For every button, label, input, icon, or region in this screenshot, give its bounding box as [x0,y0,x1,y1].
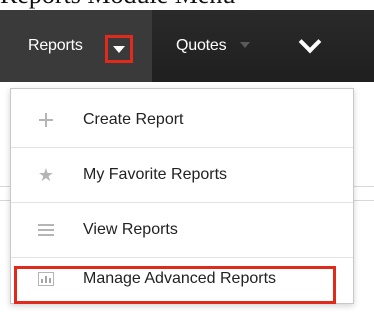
tab-reports-label: Reports [28,37,83,54]
tab-quotes[interactable]: Quotes [160,10,270,82]
chart-icon [37,270,55,288]
menu-item-favorite-reports[interactable]: ★ My Favorite Reports [11,148,353,202]
menu-item-label: My Favorite Reports [83,166,228,183]
list-icon [37,221,55,239]
reports-dropdown-toggle[interactable] [105,35,133,63]
plus-icon [37,111,55,129]
page-divider [0,186,10,187]
caret-down-icon [113,45,125,53]
menu-item-create-report[interactable]: Create Report [11,93,353,147]
tab-reports[interactable]: Reports [0,10,152,82]
page-divider [354,186,374,187]
chevron-down-icon [298,30,322,54]
page-divider [354,200,374,201]
reports-dropdown-menu: Create Report ★ My Favorite Reports View… [10,88,354,304]
menu-item-label: Manage Advanced Reports [83,270,277,287]
menu-item-manage-advanced-reports[interactable]: Manage Advanced Reports [11,258,353,300]
more-modules-button[interactable] [280,10,340,82]
menu-item-view-reports[interactable]: View Reports [11,203,353,257]
top-navbar: Reports Quotes [0,10,374,82]
star-icon: ★ [37,165,55,185]
menu-item-label: Create Report [83,111,184,128]
reports-menu-screenshot: Reports Module Menu Reports Quotes Creat… [0,0,374,316]
caret-down-icon[interactable] [240,42,250,48]
page-divider [0,200,10,201]
menu-item-label: View Reports [83,221,178,238]
tab-quotes-label: Quotes [176,37,227,54]
